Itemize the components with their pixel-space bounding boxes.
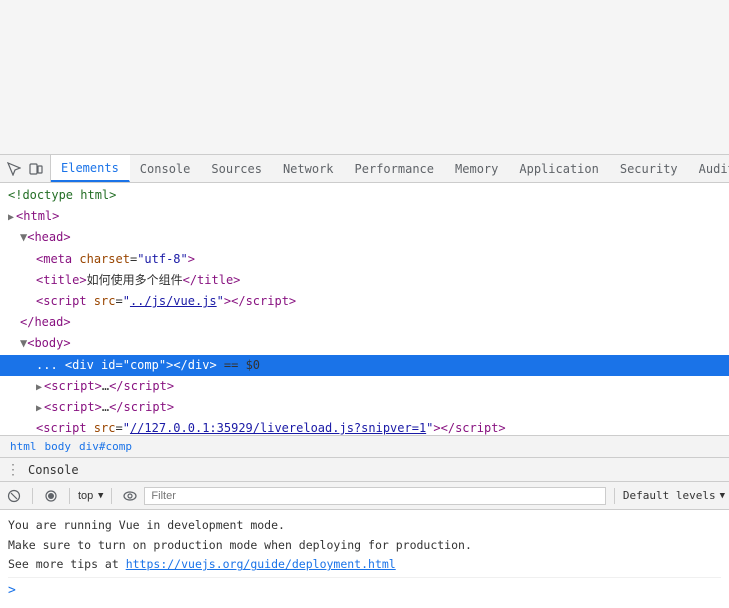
- script2-line[interactable]: ▶<script>…</script>: [0, 397, 729, 418]
- devtools-toolbar: Elements Console Sources Network Perform…: [0, 155, 729, 183]
- tab-memory[interactable]: Memory: [445, 155, 509, 182]
- doctype-line: <!doctype html>: [0, 185, 729, 206]
- drag-icon: ⋮: [6, 462, 20, 478]
- context-select[interactable]: top: [78, 490, 96, 502]
- breadcrumb-html[interactable]: html: [6, 440, 41, 453]
- console-output: You are running Vue in development mode.…: [0, 510, 729, 608]
- meta-line[interactable]: <meta charset="utf-8">: [0, 249, 729, 270]
- title-line[interactable]: <title>如何使用多个组件</title>: [0, 270, 729, 291]
- device-toolbar-icon[interactable]: [28, 161, 44, 177]
- tab-security[interactable]: Security: [610, 155, 689, 182]
- tab-sources[interactable]: Sources: [201, 155, 273, 182]
- html-open-line[interactable]: ▶<html>: [0, 206, 729, 227]
- tab-audits[interactable]: Audits: [689, 155, 729, 182]
- tab-network[interactable]: Network: [273, 155, 345, 182]
- inspect-element-icon[interactable]: [6, 161, 22, 177]
- toolbar-divider-3: [111, 488, 112, 504]
- script1-line[interactable]: ▶<script>…</script>: [0, 376, 729, 397]
- toolbar-divider-1: [32, 488, 33, 504]
- tabs-container: Elements Console Sources Network Perform…: [51, 155, 729, 182]
- top-select-wrapper[interactable]: top ▼: [78, 490, 103, 502]
- stop-recording-button[interactable]: [41, 486, 61, 506]
- console-header[interactable]: ⋮ Console: [0, 458, 729, 482]
- elements-panel: <!doctype html> ▶<html> ▼<head> <meta ch…: [0, 183, 729, 435]
- toolbar-icons: [0, 155, 51, 182]
- toolbar-divider-4: [614, 488, 615, 504]
- console-message-vue: You are running Vue in development mode.…: [8, 514, 721, 578]
- select-arrow-icon: ▼: [98, 491, 103, 501]
- script-vue-line[interactable]: <script src="../js/vue.js"></script>: [0, 291, 729, 312]
- toolbar-divider-2: [69, 488, 70, 504]
- console-toolbar: top ▼ Default levels ▼: [0, 482, 729, 510]
- script-livereload-line[interactable]: <script src="//127.0.0.1:35929/livereloa…: [0, 418, 729, 435]
- head-close-line[interactable]: </head>: [0, 312, 729, 333]
- eye-icon[interactable]: [120, 486, 140, 506]
- head-open-line[interactable]: ▼<head>: [0, 227, 729, 248]
- console-prompt[interactable]: >: [8, 578, 721, 604]
- default-levels-dropdown[interactable]: Default levels ▼: [623, 489, 725, 502]
- console-title: Console: [28, 463, 79, 477]
- breadcrumb-div[interactable]: div#comp: [75, 440, 136, 453]
- triangle-icon-s1: ▶: [36, 382, 42, 393]
- triangle-icon-s2: ▶: [36, 403, 42, 414]
- filter-input[interactable]: [144, 487, 605, 505]
- tab-console[interactable]: Console: [130, 155, 202, 182]
- devtools-panel: Elements Console Sources Network Perform…: [0, 155, 729, 608]
- tab-application[interactable]: Application: [509, 155, 609, 182]
- console-section: ⋮ Console top: [0, 457, 729, 608]
- prompt-arrow-icon: >: [8, 580, 16, 602]
- clear-console-button[interactable]: [4, 486, 24, 506]
- deployment-link[interactable]: https://vuejs.org/guide/deployment.html: [126, 557, 396, 571]
- tab-performance[interactable]: Performance: [345, 155, 445, 182]
- tab-elements[interactable]: Elements: [51, 155, 130, 182]
- triangle-icon: ▶: [8, 212, 14, 223]
- div-comp-line[interactable]: ... <div id="comp"></div> == $0: [0, 355, 729, 376]
- breadcrumb: html body div#comp: [0, 435, 729, 457]
- levels-arrow-icon: ▼: [720, 491, 725, 501]
- body-open-line[interactable]: ▼<body>: [0, 333, 729, 354]
- breadcrumb-body[interactable]: body: [41, 440, 76, 453]
- browser-content: [0, 0, 729, 155]
